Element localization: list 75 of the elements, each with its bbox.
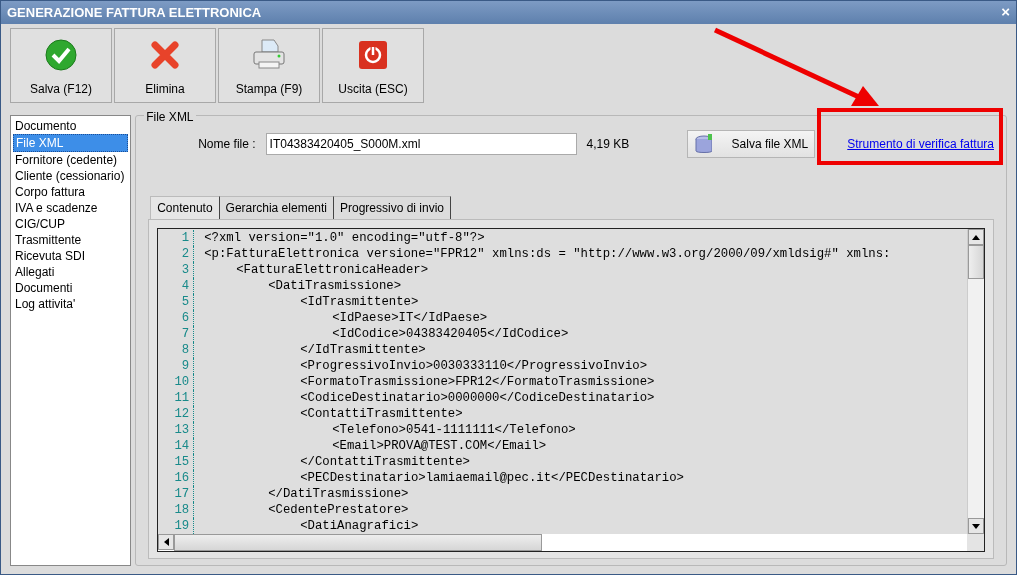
code-line: <?xml version="1.0" encoding="utf-8"?>	[203, 230, 485, 246]
line-number: 7	[158, 326, 195, 342]
line-number: 10	[158, 374, 195, 390]
cross-icon	[148, 38, 182, 72]
sidebar-item[interactable]: CIG/CUP	[13, 216, 129, 232]
tab[interactable]: Contenuto	[150, 196, 220, 219]
code-line: </DatiTrasmissione>	[267, 486, 409, 502]
code-line: <p:FatturaElettronica versione="FPR12" xmlns:ds = "http://www.w3.org/2000/09/xmldsig#" xmlns:	[203, 246, 891, 262]
code-line: <CedentePrestatore>	[267, 502, 409, 518]
window-title: GENERAZIONE FATTURA ELETTRONICA	[7, 3, 262, 22]
line-number: 9	[158, 358, 195, 374]
line-number: 2	[158, 246, 195, 262]
toolbar-button[interactable]: Salva (F12)	[10, 28, 112, 103]
line-number: 5	[158, 294, 195, 310]
line-number: 12	[158, 406, 195, 422]
code-line: <Email>PROVA@TEST.COM</Email>	[331, 438, 547, 454]
sidebar-item[interactable]: Corpo fattura	[13, 184, 129, 200]
line-number: 8	[158, 342, 195, 358]
sidebar-item[interactable]: Trasmittente	[13, 232, 129, 248]
code-line: <DatiTrasmissione>	[267, 278, 402, 294]
code-line: <IdPaese>IT</IdPaese>	[331, 310, 488, 326]
sidebar-item[interactable]: Fornitore (cedente)	[13, 152, 129, 168]
line-number: 6	[158, 310, 195, 326]
horizontal-scrollbar[interactable]	[158, 534, 967, 551]
save-xml-button[interactable]: Salva file XML	[687, 130, 816, 158]
scroll-up-icon[interactable]	[968, 229, 984, 245]
sidebar-item[interactable]: Ricevuta SDI	[13, 248, 129, 264]
sidebar-item[interactable]: Allegati	[13, 264, 129, 280]
sidebar-item[interactable]: Documenti	[13, 280, 129, 296]
line-number: 13	[158, 422, 195, 438]
code-line: <IdTrasmittente>	[299, 294, 419, 310]
line-number: 1	[158, 230, 195, 246]
line-number: 3	[158, 262, 195, 278]
toolbar-button[interactable]: Uscita (ESC)	[322, 28, 424, 103]
power-icon	[356, 38, 390, 72]
toolbar-button[interactable]: Stampa (F9)	[218, 28, 320, 103]
sidebar-item[interactable]: Cliente (cessionario)	[13, 168, 129, 184]
toolbar-button[interactable]: Elimina	[114, 28, 216, 103]
scroll-thumb[interactable]	[968, 245, 984, 279]
sidebar-item[interactable]: Documento	[13, 118, 129, 134]
file-size-text: 4,19 KB	[586, 136, 630, 153]
code-line: <Telefono>0541-1111111</Telefono>	[331, 422, 576, 438]
line-number: 4	[158, 278, 195, 294]
xml-editor[interactable]	[157, 228, 985, 552]
scroll-left-icon[interactable]	[158, 534, 175, 550]
code-line: </ContattiTrasmittente>	[299, 454, 470, 470]
verify-invoice-link[interactable]: Strumento di verifica fattura	[847, 135, 994, 153]
database-export-icon	[694, 132, 712, 156]
line-number: 18	[158, 502, 195, 518]
code-line: <DatiAnagrafici>	[299, 518, 419, 534]
sidebar-item[interactable]: IVA e scadenze	[13, 200, 129, 216]
line-number: 15	[158, 454, 195, 470]
line-number: 17	[158, 486, 195, 502]
line-number: 11	[158, 390, 195, 406]
code-line: <ContattiTrasmittente>	[299, 406, 463, 422]
scrollbar-corner	[967, 534, 984, 551]
printer-icon	[251, 38, 287, 72]
code-line: <IdCodice>04383420405</IdCodice>	[331, 326, 569, 342]
scroll-thumb[interactable]	[174, 534, 543, 551]
checkmark-icon	[44, 38, 78, 72]
code-line: <CodiceDestinatario>0000000</CodiceDestinatario>	[299, 390, 655, 406]
code-line: <ProgressivoInvio>0030333110</ProgressivoInvio>	[299, 358, 648, 374]
code-line: <FormatoTrasmissione>FPR12</FormatoTrasmissione>	[299, 374, 655, 390]
line-number: 16	[158, 470, 195, 486]
sidebar-item[interactable]: Log attivita'	[13, 296, 129, 312]
code-line: <FatturaElettronicaHeader>	[235, 262, 429, 278]
code-line: <PECDestinatario>lamiaemail@pec.it</PECDestinatario>	[299, 470, 684, 486]
line-number: 14	[158, 438, 195, 454]
file-name-field[interactable]: IT04383420405_S000M.xml	[265, 133, 577, 155]
file-name-label: Nome file :	[198, 136, 256, 153]
tab[interactable]: Gerarchia elementi	[219, 196, 334, 219]
tab[interactable]: Progressivo di invio	[334, 196, 452, 219]
code-line: </IdTrasmittente>	[299, 342, 426, 358]
scroll-down-icon[interactable]	[968, 518, 984, 534]
vertical-scrollbar[interactable]	[967, 229, 984, 534]
